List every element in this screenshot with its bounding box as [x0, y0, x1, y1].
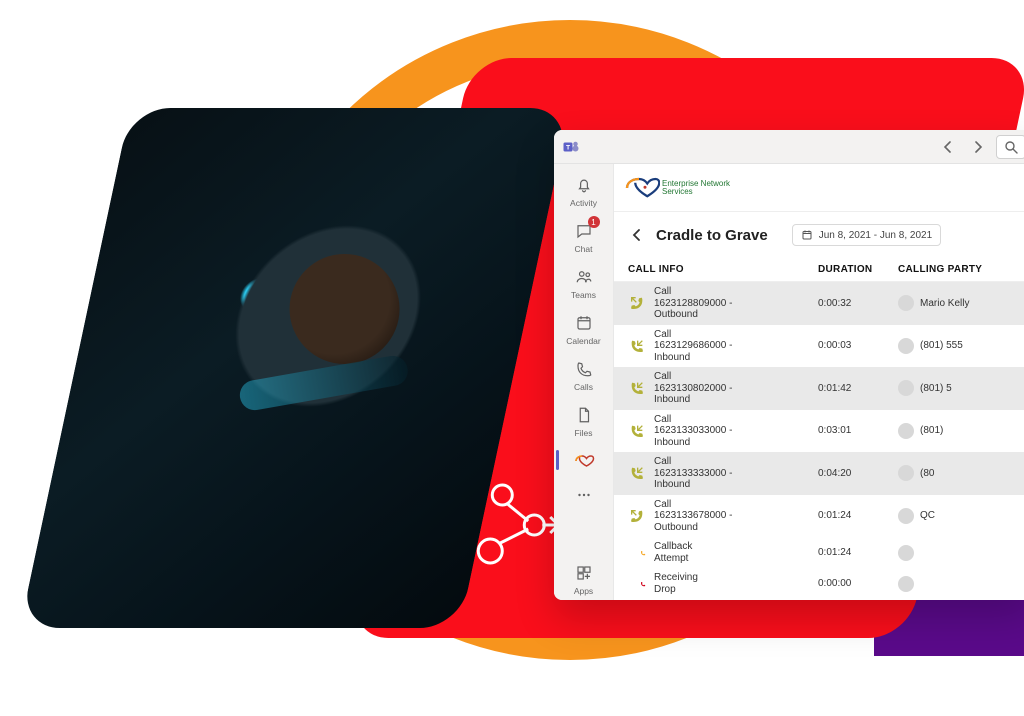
table-row[interactable]: Call1623130802000 -Inbound0:01:42 (801) 5: [614, 367, 1024, 410]
inbound-call-icon: [628, 337, 646, 355]
window-topbar: T: [554, 130, 1024, 164]
chevron-right-icon: [972, 141, 984, 153]
brand-line2: Services: [662, 188, 730, 196]
duration-cell: 0:00:03: [818, 340, 898, 351]
rail-files[interactable]: Files: [556, 398, 612, 442]
calling-party-cell: Mario Kelly: [920, 298, 1020, 309]
outbound-call-icon: [628, 507, 646, 525]
title-row: Cradle to Grave Jun 8, 2021 - Jun 8, 202…: [614, 212, 1024, 256]
people-icon: [573, 266, 595, 288]
phone-icon: [573, 358, 595, 380]
call-info-cell: Call1623133333000 -Inbound: [654, 456, 818, 491]
rail-label: Apps: [574, 586, 593, 596]
avatar: [898, 380, 914, 396]
duration-cell: 0:00:00: [818, 578, 898, 589]
rail-activity[interactable]: Activity: [556, 168, 612, 212]
avatar: [898, 338, 914, 354]
back-button[interactable]: [628, 226, 646, 244]
table-row[interactable]: Call1623133033000 -Inbound0:03:01 (801): [614, 410, 1024, 453]
app-rail: Activity 1 Chat Teams Calendar Cal: [554, 164, 614, 600]
ellipsis-icon: [573, 484, 595, 506]
inbound-call-icon: [628, 464, 646, 482]
drop-call-icon: [628, 575, 646, 593]
table-header: CALL INFO DURATION CALLING PARTY: [614, 256, 1024, 282]
chat-badge: 1: [588, 216, 600, 228]
rail-label: Activity: [570, 198, 597, 208]
nav-forward-button[interactable]: [966, 135, 990, 159]
duration-cell: 0:01:24: [818, 547, 898, 558]
brand-text: Enterprise Network Services: [662, 180, 730, 196]
call-info-cell: ReceivingDrop: [654, 572, 818, 595]
duration-cell: 0:03:01: [818, 425, 898, 436]
table-rows: Call1623128809000 -Outbound0:00:32 Mario …: [614, 282, 1024, 600]
rail-calendar[interactable]: Calendar: [556, 306, 612, 350]
rail-label: Files: [575, 428, 593, 438]
rail-label: Teams: [571, 290, 596, 300]
duration-cell: 0:04:20: [818, 468, 898, 479]
avatar: [898, 465, 914, 481]
rail-apps[interactable]: Apps: [556, 556, 612, 600]
table-row[interactable]: CallbackAttempt0:01:24: [614, 537, 1024, 568]
avatar: [898, 423, 914, 439]
avatar: [898, 545, 914, 561]
rail-ens-app[interactable]: [556, 444, 612, 476]
col-call-info: CALL INFO: [628, 264, 818, 275]
duration-cell: 0:01:24: [818, 510, 898, 521]
avatar: [898, 576, 914, 592]
teams-app-window: T Activity 1: [554, 130, 1024, 600]
chevron-left-icon: [631, 229, 643, 241]
inbound-call-icon: [628, 422, 646, 440]
brand-row: Enterprise Network Services: [614, 164, 1024, 212]
rail-label: Calls: [574, 382, 593, 392]
call-info-cell: Call1623129686000 -Inbound: [654, 329, 818, 364]
calling-party-cell: QC: [920, 510, 1020, 521]
avatar: [898, 508, 914, 524]
col-calling-party: CALLING PARTY: [898, 264, 1020, 275]
outbound-call-icon: [628, 294, 646, 312]
call-info-cell: Call1623128809000 -Outbound: [654, 286, 818, 321]
table-row[interactable]: Call1623128809000 -Outbound0:00:32 Mario …: [614, 282, 1024, 325]
file-icon: [573, 404, 595, 426]
nav-back-button[interactable]: [936, 135, 960, 159]
call-info-cell: Call1623133678000 -Outbound: [654, 499, 818, 534]
app-main: Enterprise Network Services Cradle to Gr…: [614, 164, 1024, 600]
duration-cell: 0:00:32: [818, 298, 898, 309]
table-row[interactable]: Call1623133333000 -Inbound0:04:20 (80: [614, 452, 1024, 495]
rail-more[interactable]: [556, 478, 612, 510]
calendar-icon: [801, 229, 813, 241]
search-button[interactable]: [996, 135, 1024, 159]
bell-icon: [573, 174, 595, 196]
date-range-label: Jun 8, 2021 - Jun 8, 2021: [819, 230, 932, 241]
rail-calls[interactable]: Calls: [556, 352, 612, 396]
table-row[interactable]: Call1623133678000 -Outbound0:01:24 QC: [614, 495, 1024, 538]
calling-party-cell: (801) 5: [920, 383, 1020, 394]
chevron-left-icon: [942, 141, 954, 153]
calling-party-cell: (80: [920, 468, 1020, 479]
apps-icon: [573, 562, 595, 584]
ens-logo-icon: [624, 176, 660, 200]
search-icon: [1004, 140, 1018, 154]
calling-party-cell: (801) 555: [920, 340, 1020, 351]
rail-label: Chat: [575, 244, 593, 254]
table-row[interactable]: ReceivingDrop0:00:00: [614, 568, 1024, 599]
rail-label: Calendar: [566, 336, 601, 346]
inbound-call-icon: [628, 379, 646, 397]
calling-party-cell: (801): [920, 425, 1020, 436]
rail-chat[interactable]: 1 Chat: [556, 214, 612, 258]
callback-call-icon: [628, 544, 646, 562]
calendar-icon: [573, 312, 595, 334]
call-info-cell: CallbackAttempt: [654, 541, 818, 564]
rail-teams[interactable]: Teams: [556, 260, 612, 304]
page-title: Cradle to Grave: [656, 227, 768, 244]
table-row[interactable]: Call1623129686000 -Inbound0:00:03 (801) 5…: [614, 325, 1024, 368]
call-info-cell: Call1623133033000 -Inbound: [654, 414, 818, 449]
duration-cell: 0:01:42: [818, 383, 898, 394]
ms-teams-icon: T: [562, 138, 580, 156]
avatar: [898, 295, 914, 311]
col-duration: DURATION: [818, 264, 898, 275]
ens-app-icon: [573, 450, 595, 472]
call-info-cell: Call1623130802000 -Inbound: [654, 371, 818, 406]
date-range-picker[interactable]: Jun 8, 2021 - Jun 8, 2021: [792, 224, 941, 246]
